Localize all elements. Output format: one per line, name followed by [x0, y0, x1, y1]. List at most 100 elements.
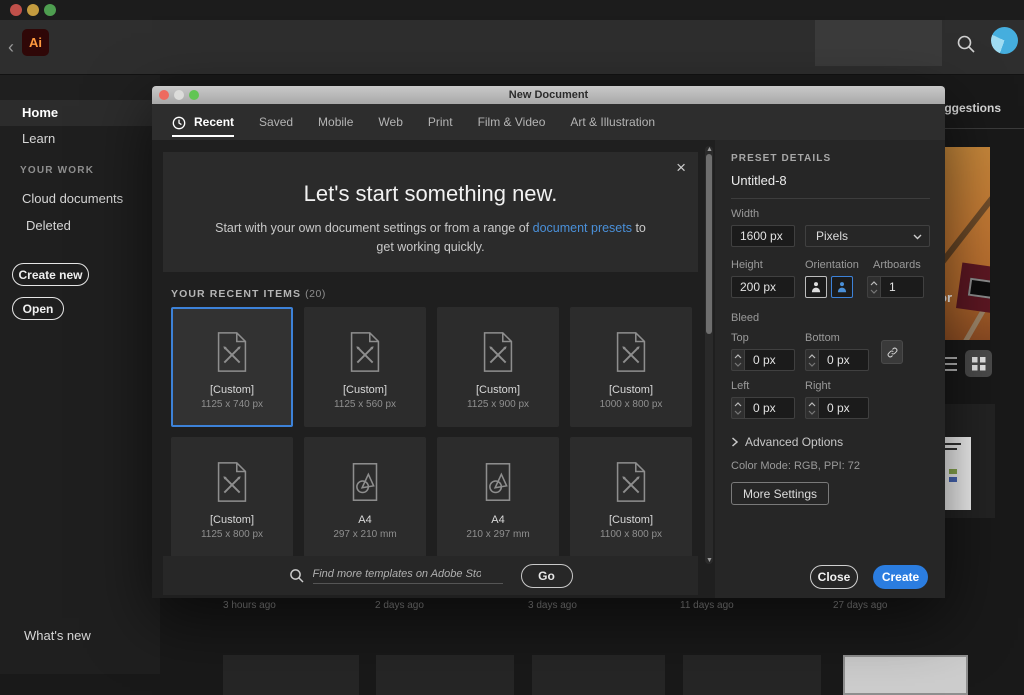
- recent-item-name: [Custom]: [438, 384, 558, 396]
- open-button[interactable]: Open: [12, 297, 64, 320]
- recent-item-card[interactable]: [Custom] 1000 x 800 px: [570, 307, 692, 427]
- bleed-bottom-input[interactable]: [818, 349, 869, 371]
- file-thumbnail[interactable]: [376, 655, 514, 695]
- orientation-portrait-button[interactable]: [805, 276, 827, 298]
- recent-item-card[interactable]: [Custom] 1125 x 900 px: [437, 307, 559, 427]
- sidebar-item-deleted[interactable]: Deleted: [0, 213, 160, 239]
- more-settings-button[interactable]: More Settings: [731, 482, 829, 505]
- tab-web[interactable]: Web: [378, 104, 402, 140]
- create-button[interactable]: Create: [873, 565, 928, 589]
- custom-document-icon: [342, 329, 388, 375]
- recent-items-grid: [Custom] 1125 x 740 px [Custom] 1125 x 5…: [171, 307, 701, 557]
- stepper-up-icon[interactable]: [808, 402, 816, 407]
- stepper-up-icon[interactable]: [808, 354, 816, 359]
- preview-green-swatch: [949, 469, 957, 474]
- recent-item-card[interactable]: A4 210 x 297 mm: [437, 437, 559, 557]
- recent-item-dims: 1125 x 900 px: [438, 399, 558, 410]
- tab-recent[interactable]: Recent: [194, 104, 234, 140]
- back-chevron-icon[interactable]: ‹: [8, 34, 14, 60]
- bleed-bottom-stepper[interactable]: [805, 349, 818, 371]
- bleed-right-input[interactable]: [818, 397, 869, 419]
- bleed-top-stepper[interactable]: [731, 349, 744, 371]
- content-scrollbar[interactable]: ▲ ▼: [705, 146, 713, 564]
- bleed-left-input[interactable]: [744, 397, 795, 419]
- file-thumbnail[interactable]: [843, 655, 968, 695]
- document-presets-link[interactable]: document presets: [533, 221, 632, 235]
- bleed-top-input[interactable]: [744, 349, 795, 371]
- stepper-up-icon[interactable]: [734, 354, 742, 359]
- recent-item-card[interactable]: [Custom] 1100 x 800 px: [570, 437, 692, 557]
- sidebar-item-home[interactable]: Home: [0, 100, 160, 126]
- stock-search-field[interactable]: [313, 568, 503, 584]
- artboards-stepper[interactable]: [867, 276, 880, 298]
- search-icon[interactable]: [955, 33, 977, 55]
- artboards-input[interactable]: [880, 276, 924, 298]
- close-button[interactable]: Close: [810, 565, 858, 589]
- new-document-dialog: New Document Recent Saved Mobile Web Pri…: [152, 86, 945, 598]
- bleed-link-button[interactable]: [881, 340, 903, 364]
- sidebar-cloud-documents-label: Cloud documents: [22, 191, 123, 206]
- file-thumbnail[interactable]: [683, 655, 821, 695]
- orientation-label: Orientation: [805, 259, 873, 271]
- tab-film-video[interactable]: Film & Video: [478, 104, 546, 140]
- dialog-minimize-button[interactable]: [174, 90, 184, 100]
- recent-item-card[interactable]: [Custom] 1125 x 560 px: [304, 307, 426, 427]
- file-thumbnail[interactable]: [532, 655, 665, 695]
- bleed-left-stepper[interactable]: [731, 397, 744, 419]
- stock-search-input[interactable]: [313, 568, 481, 580]
- grid-view-icon: [965, 350, 992, 377]
- chevron-right-icon: [731, 437, 738, 447]
- recent-item-card[interactable]: [Custom] 1125 x 740 px: [171, 307, 293, 427]
- grid-view-button[interactable]: [965, 350, 992, 377]
- hero-body: Start with your own document settings or…: [211, 219, 651, 258]
- tab-saved[interactable]: Saved: [259, 104, 293, 140]
- sidebar-item-learn[interactable]: Learn: [0, 126, 160, 152]
- whats-new-link[interactable]: What's new: [0, 623, 160, 649]
- advanced-options-toggle[interactable]: Advanced Options: [731, 435, 930, 449]
- file-thumbnail[interactable]: [223, 655, 359, 695]
- units-dropdown[interactable]: Pixels: [805, 225, 930, 247]
- custom-document-icon: [475, 329, 521, 375]
- window-minimize-button[interactable]: [27, 4, 39, 16]
- tab-print[interactable]: Print: [428, 104, 453, 140]
- dialog-close-button[interactable]: [159, 90, 169, 100]
- stepper-down-icon[interactable]: [734, 410, 742, 415]
- width-input[interactable]: [731, 225, 795, 247]
- window-zoom-button[interactable]: [44, 4, 56, 16]
- preview-blue-swatch: [949, 477, 957, 482]
- hero-body-text: Start with your own document settings or…: [215, 221, 533, 235]
- user-avatar[interactable]: [991, 27, 1018, 54]
- create-new-button[interactable]: Create new: [12, 263, 89, 286]
- stepper-down-icon[interactable]: [808, 410, 816, 415]
- tab-mobile[interactable]: Mobile: [318, 104, 353, 140]
- sidebar-item-cloud-documents[interactable]: Cloud documents: [0, 186, 160, 212]
- orientation-landscape-button[interactable]: [831, 276, 853, 298]
- bleed-right-stepper[interactable]: [805, 397, 818, 419]
- stepper-up-icon[interactable]: [734, 402, 742, 407]
- go-button[interactable]: Go: [521, 564, 573, 588]
- document-name-input[interactable]: [731, 173, 930, 188]
- stepper-down-icon[interactable]: [870, 289, 878, 294]
- recent-item-dims: 297 x 210 mm: [305, 529, 425, 540]
- dialog-titlebar[interactable]: New Document: [152, 86, 945, 104]
- preset-details-panel: PRESET DETAILS Width Pixels Height Orien…: [715, 140, 945, 598]
- stepper-up-icon[interactable]: [870, 281, 878, 286]
- recent-item-card[interactable]: [Custom] 1125 x 800 px: [171, 437, 293, 557]
- height-input[interactable]: [731, 276, 795, 298]
- artboards-label: Artboards: [873, 259, 921, 271]
- scrollbar-thumb[interactable]: [706, 154, 712, 334]
- clock-icon: [172, 116, 186, 130]
- recent-items-heading: YOUR RECENT ITEMS (20): [171, 288, 326, 300]
- custom-document-icon: [608, 329, 654, 375]
- stepper-down-icon[interactable]: [808, 362, 816, 367]
- file-timestamp: 3 days ago: [528, 600, 577, 611]
- bleed-right-label: Right: [805, 380, 831, 392]
- window-close-button[interactable]: [10, 4, 22, 16]
- recent-item-card[interactable]: A4 297 x 210 mm: [304, 437, 426, 557]
- stepper-down-icon[interactable]: [734, 362, 742, 367]
- tab-art-illustration[interactable]: Art & Illustration: [570, 104, 655, 140]
- dialog-title: New Document: [152, 86, 945, 104]
- hero-close-icon[interactable]: ×: [676, 158, 686, 178]
- dialog-zoom-button[interactable]: [189, 90, 199, 100]
- custom-document-icon: [209, 459, 255, 505]
